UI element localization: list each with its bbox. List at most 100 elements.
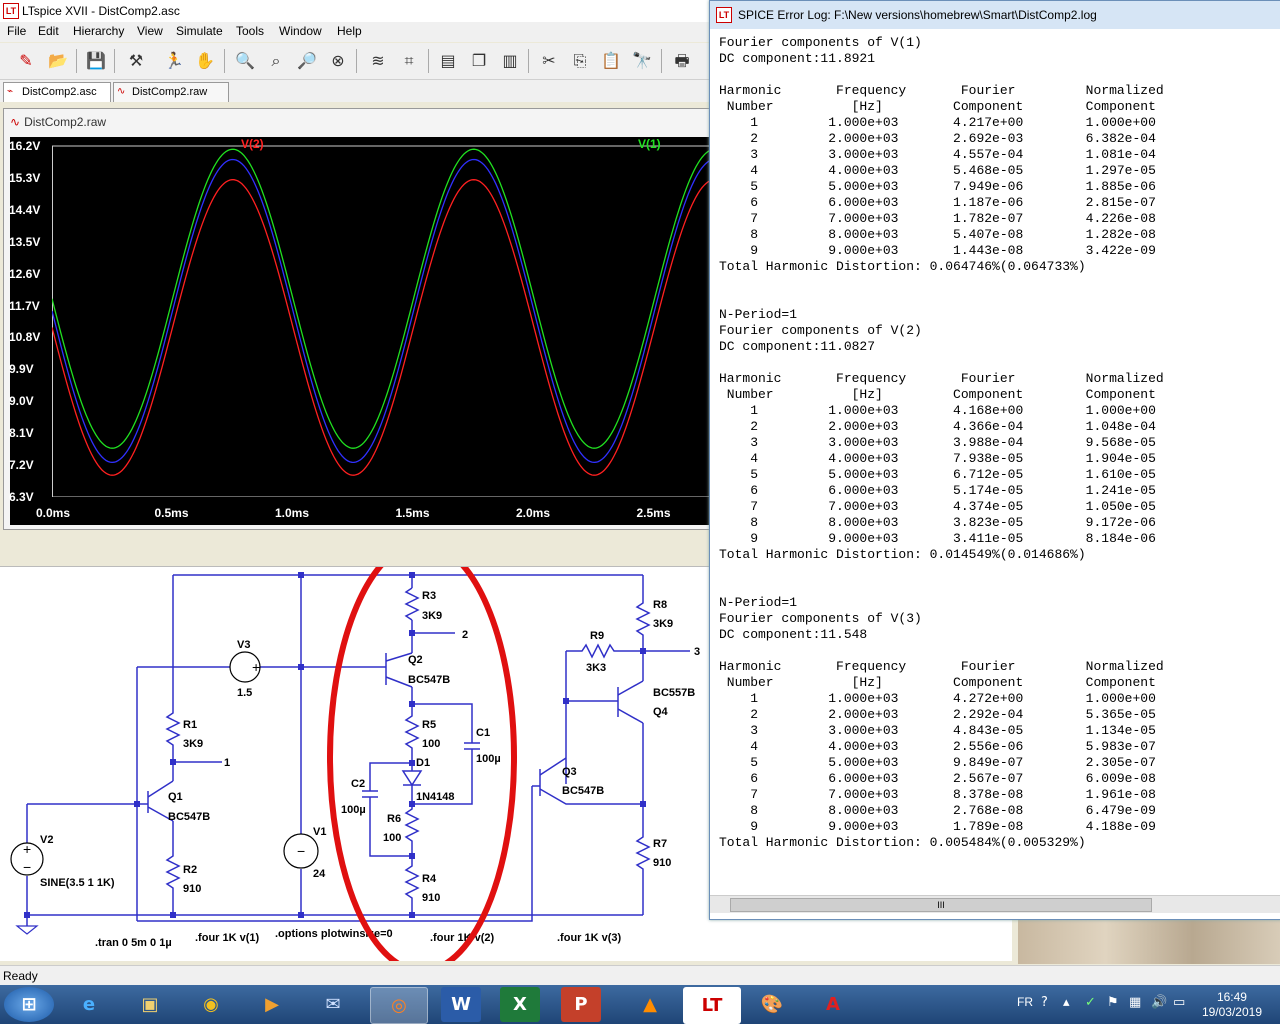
q1-label[interactable]: Q1 [168,791,183,803]
r3-value[interactable]: 3K9 [422,610,442,622]
r1-value[interactable]: 3K9 [183,738,203,750]
waveform-plot[interactable] [51,137,711,498]
q3-label[interactable]: Q3 [562,766,577,778]
excel-icon[interactable]: X [500,987,540,1022]
q2-value[interactable]: BC547B [408,674,450,686]
q4-label[interactable]: Q4 [653,706,669,718]
menu-hierarchy[interactable]: Hierarchy [73,24,124,38]
cut-icon[interactable]: ✂ [537,49,561,73]
find-icon[interactable]: 🔭 [630,49,654,73]
menu-simulate[interactable]: Simulate [176,24,223,38]
menu-file[interactable]: File [7,24,26,38]
ie-icon[interactable]: e [61,987,117,1022]
r7-value[interactable]: 910 [653,857,671,869]
action-center-icon[interactable]: ⚑ [1107,995,1119,1010]
trace-label-v2[interactable]: V(2) [241,137,264,151]
q2-label[interactable]: Q2 [408,654,423,666]
d1-label[interactable]: D1 [416,757,430,769]
tab-waveform[interactable]: ∿ DistComp2.raw [113,82,229,102]
r5-label[interactable]: R5 [422,719,436,731]
word-icon[interactable]: W [441,987,481,1022]
vlc-icon[interactable]: ▲ [622,987,678,1022]
net-label-3[interactable]: 3 [694,646,700,658]
menu-view[interactable]: View [137,24,163,38]
v1-label[interactable]: V1 [313,826,326,838]
zoom-in-icon[interactable]: 🔍 [233,49,257,73]
run-icon[interactable]: 🏃 [162,49,186,73]
menu-edit[interactable]: Edit [38,24,59,38]
q1-value[interactable]: BC547B [168,811,210,823]
copy-icon[interactable]: ⎘ [568,49,592,73]
r9-value[interactable]: 3K3 [586,662,606,674]
pan-icon[interactable]: ⌕ [264,49,288,73]
start-orb-icon[interactable]: ⊞ [4,987,54,1022]
control-panel-icon[interactable]: ⚒ [124,49,148,73]
c1-value[interactable]: 100µ [476,753,501,765]
menu-help[interactable]: Help [337,24,362,38]
show-hidden-icons-icon[interactable]: ▴ [1063,995,1070,1010]
v3-label[interactable]: V3 [237,639,250,651]
r1-label[interactable]: R1 [183,719,197,731]
q3-value[interactable]: BC547B [562,785,604,797]
media-icon[interactable]: ▶ [244,987,300,1022]
zoom-out-icon[interactable]: 🔎 [295,49,319,73]
directive-tran[interactable]: .tran 0 5m 0 1µ [95,937,172,949]
language-indicator[interactable]: FR [1017,995,1033,1009]
d1-value[interactable]: 1N4148 [416,791,455,803]
network-icon[interactable]: ▦ [1129,995,1141,1010]
zoom-cancel-icon[interactable]: ⊗ [326,49,350,73]
r2-value[interactable]: 910 [183,883,201,895]
trace-label-v1[interactable]: V(1) [638,137,661,151]
print-icon[interactable]: 🖶 [670,49,694,73]
clock[interactable]: 16:49 19/03/2019 [1202,990,1262,1020]
ruler-icon[interactable]: ⌗ [397,49,421,73]
r9-label[interactable]: R9 [590,630,604,642]
trace-v2[interactable] [51,179,711,476]
c2-value[interactable]: 100µ [341,804,366,816]
net-label-2[interactable]: 2 [462,629,468,641]
r8-label[interactable]: R8 [653,599,667,611]
tab-schematic[interactable]: ⌁ DistComp2.asc [3,82,111,102]
r7-label[interactable]: R7 [653,838,667,850]
log-scroll-thumb[interactable]: III [730,898,1152,912]
c1-label[interactable]: C1 [476,727,490,739]
log-title-bar[interactable]: LT SPICE Error Log: F:\New versions\home… [710,1,1280,29]
acrobat-icon[interactable]: A [805,987,861,1022]
r6-label[interactable]: R6 [387,813,401,825]
r6-value[interactable]: 100 [383,832,401,844]
directive-four-v3[interactable]: .four 1K v(3) [557,932,622,944]
help-icon[interactable]: ? [1041,995,1048,1010]
open-icon[interactable]: 📂 [46,49,70,73]
spice-error-log-window[interactable]: LT SPICE Error Log: F:\New versions\home… [709,0,1280,920]
explorer-icon[interactable]: ▣ [122,987,178,1022]
tile-horizontal-icon[interactable]: ▤ [436,49,460,73]
cascade-icon[interactable]: ❐ [467,49,491,73]
mail-icon[interactable]: ✉ [305,987,361,1022]
paste-icon[interactable]: 📋 [599,49,623,73]
trace-v3[interactable] [51,158,711,464]
r2-label[interactable]: R2 [183,864,197,876]
tile-vertical-icon[interactable]: ▥ [498,49,522,73]
ltspice-icon[interactable]: LT [683,987,741,1024]
trace-v1[interactable] [51,148,711,449]
log-content[interactable]: Fourier components of V(1) DC component:… [719,35,1277,893]
save-icon[interactable]: 💾 [84,49,108,73]
paint-icon[interactable]: 🎨 [744,987,800,1022]
menu-tools[interactable]: Tools [236,24,264,38]
directive-four-v1[interactable]: .four 1K v(1) [195,932,260,944]
v1-value[interactable]: 24 [313,868,326,880]
chrome-icon[interactable]: ◉ [183,987,239,1022]
net-label-1[interactable]: 1 [224,757,230,769]
powerpoint-icon[interactable]: P [561,987,601,1022]
r4-label[interactable]: R4 [422,873,437,885]
power-icon[interactable]: ▭ [1173,995,1185,1010]
network-check-icon[interactable]: ✓ [1085,995,1096,1010]
log-horizontal-scrollbar[interactable]: III [710,895,1280,913]
r8-value[interactable]: 3K9 [653,618,673,630]
r4-value[interactable]: 910 [422,892,440,904]
v2-label[interactable]: V2 [40,834,53,846]
directive-four-v2[interactable]: .four 1K v(2) [430,932,495,944]
q4-value[interactable]: BC557B [653,687,695,699]
v3-value[interactable]: 1.5 [237,687,252,699]
menu-window[interactable]: Window [279,24,322,38]
